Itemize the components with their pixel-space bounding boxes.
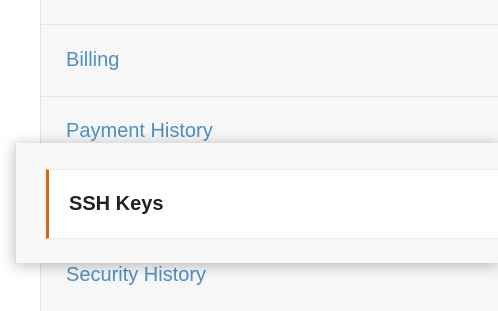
selected-item-highlight: SSH Keys (15, 143, 498, 263)
settings-menu-zoom: Billing Payment History Security History… (0, 0, 498, 311)
menu-item-previous[interactable] (41, 0, 498, 25)
menu-item-label: SSH Keys (69, 192, 164, 215)
menu-item-label: Payment History (66, 120, 213, 142)
menu-item-ssh-keys[interactable]: SSH Keys (46, 169, 498, 239)
menu-item-label: Billing (66, 49, 120, 71)
menu-item-label: Security History (66, 264, 207, 286)
menu-item-billing[interactable]: Billing (41, 25, 498, 97)
